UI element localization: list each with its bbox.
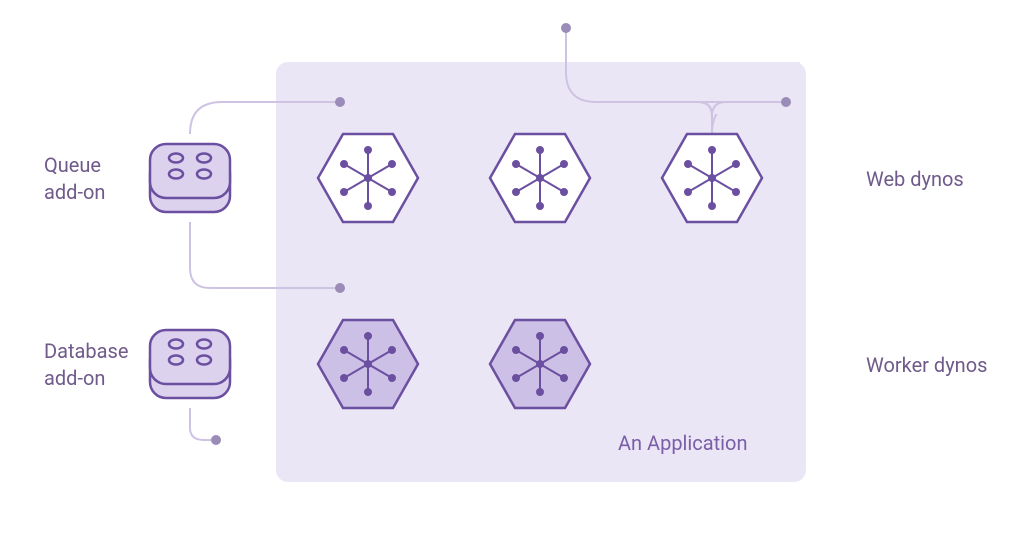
label-application: An Application [618, 430, 748, 457]
label-web-dynos: Web dynos [866, 166, 964, 193]
label-worker-dynos: Worker dynos [866, 352, 987, 379]
label-database-addon: Database add-on [44, 338, 128, 392]
application-container [276, 62, 806, 482]
database-addon-icon [150, 330, 230, 398]
architecture-diagram [0, 0, 1024, 556]
label-queue-addon: Queue add-on [44, 152, 105, 206]
queue-addon-icon [150, 144, 230, 212]
